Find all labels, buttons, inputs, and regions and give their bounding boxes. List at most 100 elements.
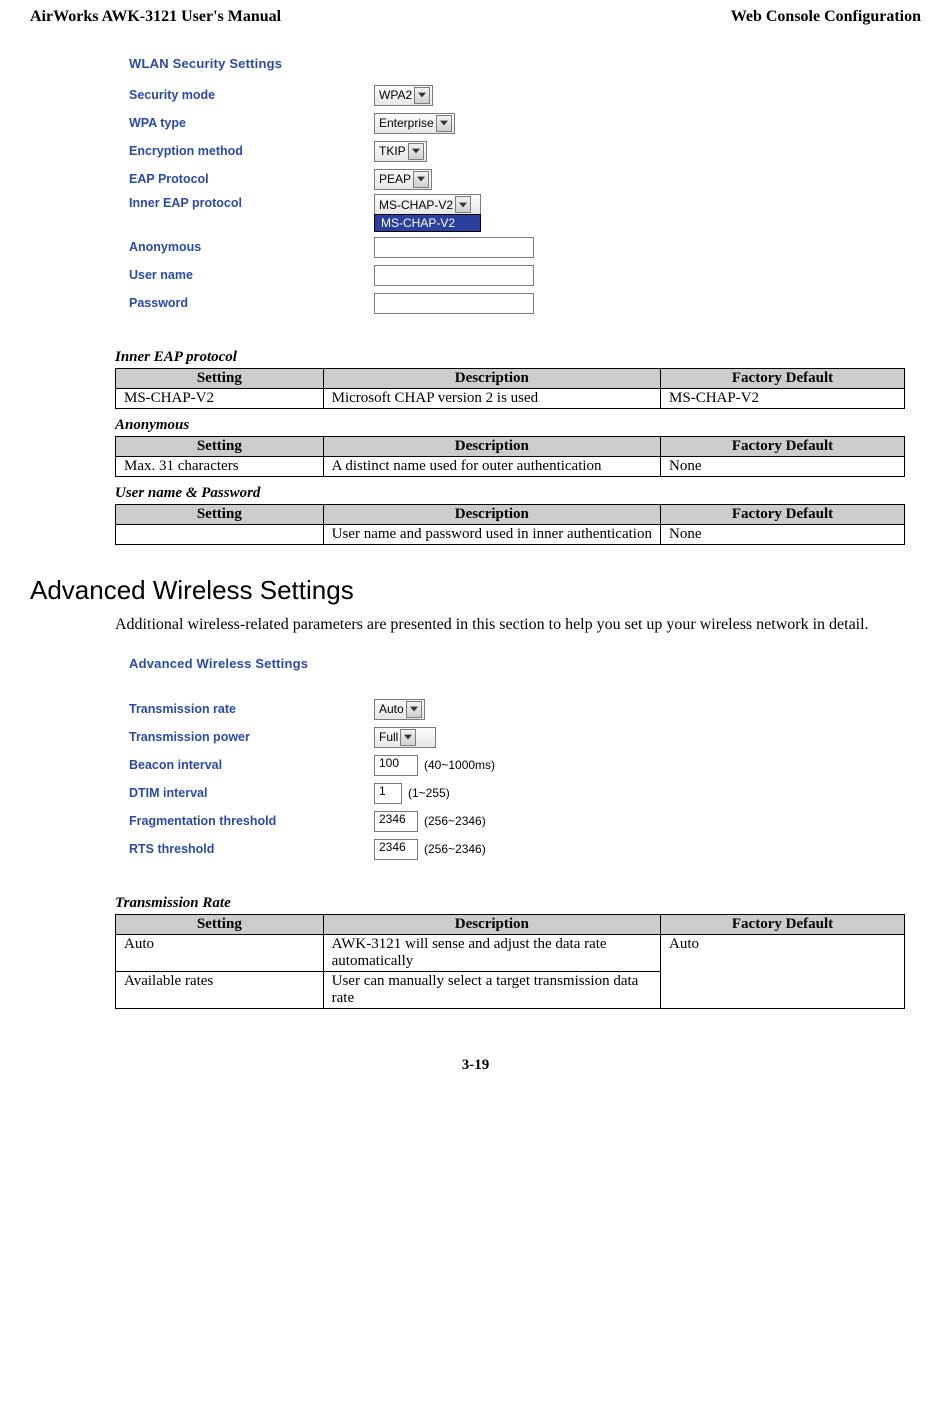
encryption-select[interactable]: TKIP [374,141,427,162]
label-anonymous: Anonymous [129,240,374,254]
chevron-down-icon [408,143,424,160]
security-mode-select[interactable]: WPA2 [374,85,433,106]
row-beacon: Beacon interval 100 (40~1000ms) [129,751,907,779]
td-setting: Max. 31 characters [116,457,324,477]
chevron-down-icon [406,701,422,718]
table-row: Auto AWK-3121 will sense and adjust the … [116,935,905,972]
td-default: None [661,457,905,477]
td-description: User name and password used in inner aut… [323,525,660,545]
inner-eap-select[interactable]: MS-CHAP-V2 [374,194,481,215]
label-tx-rate: Transmission rate [129,702,374,716]
chevron-down-icon [413,171,429,188]
label-dtim: DTIM interval [129,786,374,800]
table-tx-rate: Setting Description Factory Default Auto… [115,914,905,1009]
page-number: 3-19 [30,1057,921,1074]
dtim-input[interactable]: 1 [374,783,402,804]
row-encryption: Encryption method TKIP [129,137,907,165]
table-row: Max. 31 characters A distinct name used … [116,457,905,477]
security-mode-value: WPA2 [379,88,412,102]
label-encryption: Encryption method [129,144,374,158]
td-setting: Available rates [116,972,324,1009]
row-wpa-type: WPA type Enterprise [129,109,907,137]
header-left: AirWorks AWK-3121 User's Manual [30,8,281,26]
tx-power-select[interactable]: Full [374,727,436,748]
frag-hint: (256~2346) [424,814,486,828]
page-header: AirWorks AWK-3121 User's Manual Web Cons… [30,8,921,26]
tx-power-value: Full [379,730,398,744]
label-username: User name [129,268,374,282]
label-eap-protocol: EAP Protocol [129,172,374,186]
td-default: MS-CHAP-V2 [661,389,905,409]
row-dtim: DTIM interval 1 (1~255) [129,779,907,807]
th-default: Factory Default [661,369,905,389]
td-setting [116,525,324,545]
table-row: MS-CHAP-V2 Microsoft CHAP version 2 is u… [116,389,905,409]
table-row: Setting Description Factory Default [116,505,905,525]
inner-eap-option[interactable]: MS-CHAP-V2 [375,215,480,231]
row-username: User name [129,261,907,289]
th-description: Description [323,915,660,935]
td-default: Auto [661,935,905,1009]
chevron-down-icon [400,729,416,746]
advanced-heading: Advanced Wireless Settings [30,575,921,606]
table-row: User name and password used in inner aut… [116,525,905,545]
eap-protocol-value: PEAP [379,172,411,186]
row-inner-eap: Inner EAP protocol MS-CHAP-V2 MS-CHAP-V2 [129,193,907,233]
chevron-down-icon [414,87,430,104]
chevron-down-icon [455,196,471,213]
th-default: Factory Default [661,505,905,525]
label-tx-power: Transmission power [129,730,374,744]
frag-input[interactable]: 2346 [374,811,418,832]
tx-rate-select[interactable]: Auto [374,699,425,720]
th-setting: Setting [116,369,324,389]
row-password: Password [129,289,907,317]
th-setting: Setting [116,437,324,457]
label-password: Password [129,296,374,310]
wpa-type-value: Enterprise [379,116,434,130]
row-anonymous: Anonymous [129,233,907,261]
th-setting: Setting [116,915,324,935]
caption-anonymous: Anonymous [115,417,921,434]
inner-eap-value: MS-CHAP-V2 [379,198,453,212]
inner-eap-dropdown[interactable]: MS-CHAP-V2 [374,214,481,232]
table-row: Setting Description Factory Default [116,437,905,457]
rts-hint: (256~2346) [424,842,486,856]
label-frag: Fragmentation threshold [129,814,374,828]
row-rts: RTS threshold 2346 (256~2346) [129,835,907,863]
eap-protocol-select[interactable]: PEAP [374,169,432,190]
td-description: A distinct name used for outer authentic… [323,457,660,477]
table-anonymous: Setting Description Factory Default Max.… [115,436,905,477]
td-description: User can manually select a target transm… [323,972,660,1009]
panel-title: WLAN Security Settings [129,52,907,81]
password-input[interactable] [374,293,534,314]
row-tx-rate: Transmission rate Auto [129,695,907,723]
td-setting: MS-CHAP-V2 [116,389,324,409]
caption-userpass: User name & Password [115,485,921,502]
caption-inner-eap: Inner EAP protocol [115,349,921,366]
panel-title: Advanced Wireless Settings [129,652,907,681]
rts-input[interactable]: 2346 [374,839,418,860]
td-description: AWK-3121 will sense and adjust the data … [323,935,660,972]
label-security-mode: Security mode [129,88,374,102]
beacon-input[interactable]: 100 [374,755,418,776]
th-description: Description [323,505,660,525]
anonymous-input[interactable] [374,237,534,258]
table-row: Setting Description Factory Default [116,915,905,935]
th-description: Description [323,369,660,389]
row-tx-power: Transmission power Full [129,723,907,751]
advanced-body: Additional wireless-related parameters a… [115,616,911,634]
row-eap-protocol: EAP Protocol PEAP [129,165,907,193]
td-default: None [661,525,905,545]
wlan-security-panel: WLAN Security Settings Security mode WPA… [115,42,921,335]
label-inner-eap: Inner EAP protocol [129,194,374,210]
th-default: Factory Default [661,915,905,935]
tx-rate-value: Auto [379,702,404,716]
caption-tx-rate: Transmission Rate [115,895,921,912]
td-description: Microsoft CHAP version 2 is used [323,389,660,409]
label-rts: RTS threshold [129,842,374,856]
advanced-wireless-panel: Advanced Wireless Settings Transmission … [115,642,921,881]
username-input[interactable] [374,265,534,286]
table-inner-eap: Setting Description Factory Default MS-C… [115,368,905,409]
wpa-type-select[interactable]: Enterprise [374,113,455,134]
header-right: Web Console Configuration [731,8,921,26]
